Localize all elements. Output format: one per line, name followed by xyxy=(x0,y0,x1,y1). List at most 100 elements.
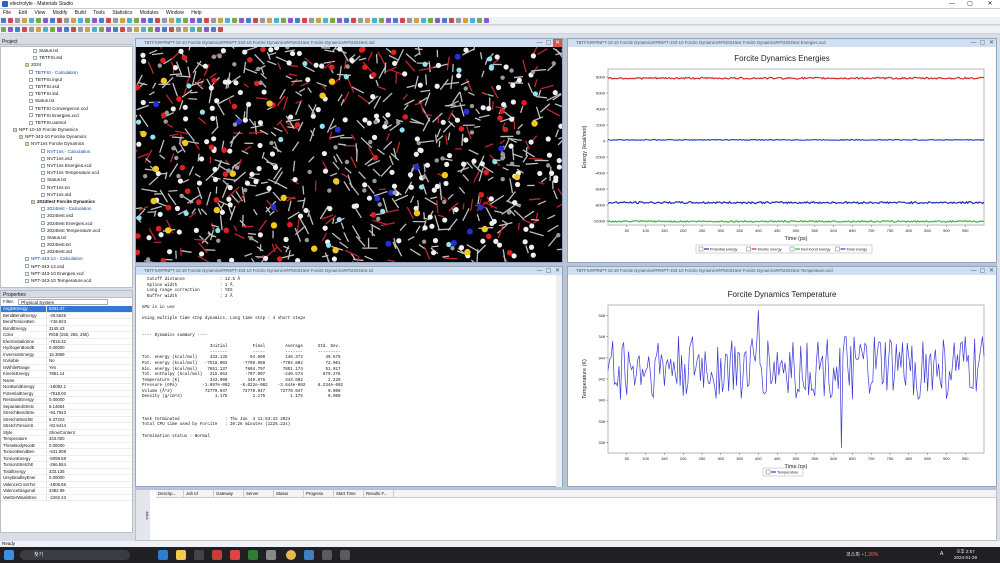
jobs-col-server[interactable]: Server xyxy=(244,490,274,497)
toolbar-tool-icon[interactable] xyxy=(267,18,272,23)
toolbar-tool-icon[interactable] xyxy=(435,18,440,23)
project-tree-item[interactable]: TBTFSI.xtd xyxy=(1,54,132,61)
project-tree-item[interactable]: 2024test Temperature.xcd xyxy=(1,227,132,234)
edge-icon[interactable] xyxy=(158,550,168,560)
project-tree-item[interactable]: Status.txt xyxy=(1,97,132,104)
project-tree-item[interactable]: Status.txt xyxy=(1,176,132,183)
project-tree-item[interactable]: Status.txt xyxy=(1,47,132,54)
toolbar-tool-icon[interactable] xyxy=(421,18,426,23)
toolbar-tool-icon[interactable] xyxy=(169,18,174,23)
toolbar-tool-icon[interactable] xyxy=(141,27,146,32)
project-tree-item[interactable]: 2024test Forcite Dynamics xyxy=(1,198,132,205)
project-tree-item[interactable]: 2024test.xsd xyxy=(1,212,132,219)
toolbar-tool-icon[interactable] xyxy=(211,27,216,32)
toolbar-tool-icon[interactable] xyxy=(22,18,27,23)
toolbar-tool-icon[interactable] xyxy=(344,18,349,23)
project-tree-item[interactable]: NPT-343-12 - Calculation xyxy=(1,255,132,262)
excel-icon[interactable] xyxy=(248,550,258,560)
toolbar-tool-icon[interactable] xyxy=(442,18,447,23)
project-tree-item[interactable]: TBTFSI.xtd xyxy=(1,90,132,97)
toolbar-tool-icon[interactable] xyxy=(197,27,202,32)
toolbar-tool-icon[interactable] xyxy=(414,18,419,23)
toolbar-tool-icon[interactable] xyxy=(393,18,398,23)
toolbar-tool-icon[interactable] xyxy=(197,18,202,23)
menu-help[interactable]: Help xyxy=(188,9,204,17)
toolbar-tool-icon[interactable] xyxy=(323,18,328,23)
toolbar-tool-icon[interactable] xyxy=(386,18,391,23)
minimize-button[interactable]: — xyxy=(944,0,960,9)
toolbar-tool-icon[interactable] xyxy=(134,27,139,32)
app-icon-11[interactable] xyxy=(340,550,350,560)
jobs-col-gateway[interactable]: Gateway xyxy=(214,490,244,497)
toolbar-tool-icon[interactable] xyxy=(134,18,139,23)
project-tree-item[interactable]: TBTFSI.input xyxy=(1,76,132,83)
project-tree-item[interactable]: 2024 xyxy=(1,61,132,68)
toolbar-tool-icon[interactable] xyxy=(239,18,244,23)
energy-maximize-button[interactable]: ▢ xyxy=(978,39,987,47)
text-output-window[interactable]: TBTFSI###NPT-10-10 Forcite Dynamics###NP… xyxy=(135,266,563,487)
toolbar-tool-icon[interactable] xyxy=(43,18,48,23)
toolbar-tool-icon[interactable] xyxy=(183,27,188,32)
toolbar-tool-icon[interactable] xyxy=(71,27,76,32)
temperature-close-button[interactable]: ✕ xyxy=(987,267,996,275)
toolbar-tool-icon[interactable] xyxy=(302,18,307,23)
project-tree-item[interactable]: NVT1ns.xtd xyxy=(1,191,132,198)
start-icon[interactable] xyxy=(4,550,14,560)
energy-minimize-button[interactable]: — xyxy=(969,39,978,47)
text-maximize-button[interactable]: ▢ xyxy=(544,267,553,275)
toolbar-tool-icon[interactable] xyxy=(470,18,475,23)
toolbar-tool-icon[interactable] xyxy=(218,27,223,32)
toolbar-tool-icon[interactable] xyxy=(316,18,321,23)
project-tree-item[interactable]: NVT1ns.txt xyxy=(1,184,132,191)
toolbar-tool-icon[interactable] xyxy=(1,27,6,32)
menu-modules[interactable]: Modules xyxy=(137,9,162,17)
project-tree-item[interactable]: TBTFSI.outmol xyxy=(1,119,132,126)
toolbar-tool-icon[interactable] xyxy=(127,18,132,23)
toolbar-tool-icon[interactable] xyxy=(456,18,461,23)
project-tree-item[interactable]: NVT1ns Temperature.xcd xyxy=(1,169,132,176)
toolbar-tool-icon[interactable] xyxy=(253,18,258,23)
toolbar-tool-icon[interactable] xyxy=(15,27,20,32)
toolbar-tool-icon[interactable] xyxy=(57,27,62,32)
toolbar-tool-icon[interactable] xyxy=(99,27,104,32)
text-close-button[interactable]: ✕ xyxy=(553,267,562,275)
project-tree-item[interactable]: NPT-343-10 Energies.xcd xyxy=(1,270,132,277)
close-button[interactable]: ✕ xyxy=(982,0,998,9)
molecule-canvas[interactable] xyxy=(136,47,562,262)
jobs-col-start-time[interactable]: Start Time xyxy=(334,490,364,497)
toolbar-tool-icon[interactable] xyxy=(246,18,251,23)
toolbar-tool-icon[interactable] xyxy=(484,18,489,23)
toolbar-tool-icon[interactable] xyxy=(365,18,370,23)
toolbar-tool-icon[interactable] xyxy=(29,18,34,23)
toolbar-tool-icon[interactable] xyxy=(106,27,111,32)
text-minimize-button[interactable]: — xyxy=(535,267,544,275)
filter-select[interactable]: Physical System xyxy=(18,299,109,305)
project-tree-item[interactable]: TBTFSI.xsd xyxy=(1,83,132,90)
toolbar-tool-icon[interactable] xyxy=(155,27,160,32)
toolbar-tool-icon[interactable] xyxy=(127,27,132,32)
toolbar-tool-icon[interactable] xyxy=(43,27,48,32)
toolbar-tool-icon[interactable] xyxy=(379,18,384,23)
project-tree-item[interactable]: NVT1ns Energies.xcd xyxy=(1,162,132,169)
toolbar-tool-icon[interactable] xyxy=(78,27,83,32)
toolbar-tool-icon[interactable] xyxy=(36,27,41,32)
toolbar-tool-icon[interactable] xyxy=(78,18,83,23)
jobs-side-tab[interactable]: Jobs xyxy=(136,490,150,540)
toolbar-tool-icon[interactable] xyxy=(407,18,412,23)
toolbar-tool-icon[interactable] xyxy=(204,27,209,32)
app-icon-10[interactable] xyxy=(322,550,332,560)
toolbar-tool-icon[interactable] xyxy=(309,18,314,23)
toolbar-tool-icon[interactable] xyxy=(50,27,55,32)
store-icon[interactable] xyxy=(194,550,204,560)
structure-close-button[interactable]: ✕ xyxy=(553,39,562,47)
file-explorer-icon[interactable] xyxy=(176,550,186,560)
toolbar-tool-icon[interactable] xyxy=(211,18,216,23)
toolbar-tool-icon[interactable] xyxy=(232,18,237,23)
project-tree-item[interactable]: 2024test - Calculation xyxy=(1,205,132,212)
jobs-col-status[interactable]: Status xyxy=(274,490,304,497)
maximize-button[interactable]: ▢ xyxy=(962,0,978,9)
toolbar-tool-icon[interactable] xyxy=(204,18,209,23)
pdf-icon[interactable] xyxy=(230,550,240,560)
menu-edit[interactable]: Edit xyxy=(15,9,30,17)
toolbar-tool-icon[interactable] xyxy=(463,18,468,23)
